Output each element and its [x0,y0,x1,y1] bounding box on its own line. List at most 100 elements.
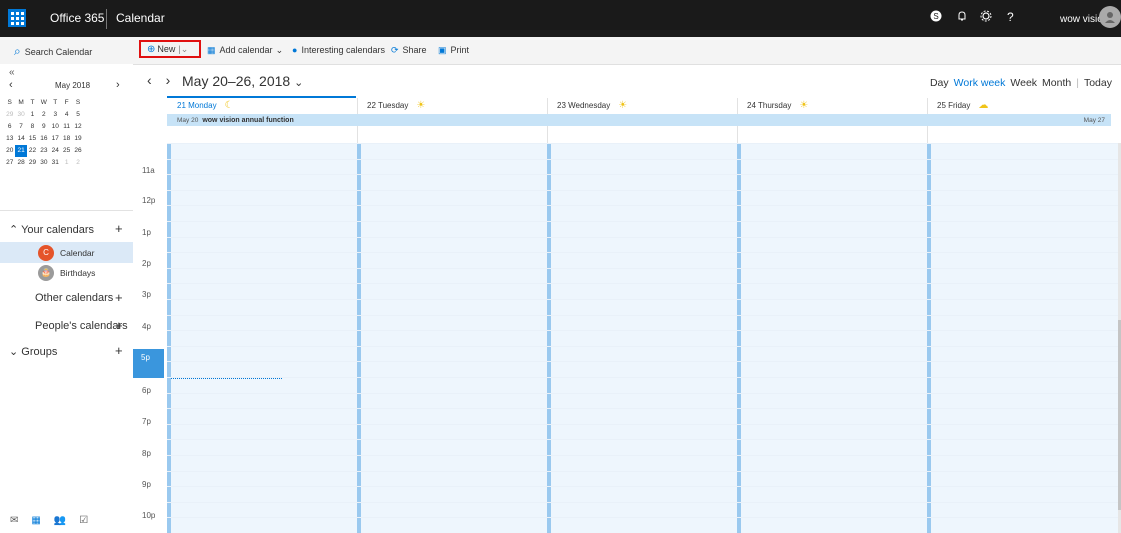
day-column[interactable] [737,143,927,533]
calendar-icon[interactable]: ▦ [31,515,40,526]
app-name[interactable]: Office 365 [50,11,104,25]
time-label: 5p [133,349,164,378]
view-day[interactable]: Day [930,77,949,89]
groups-header[interactable]: ⌄ Groups [9,345,57,358]
prev-week-icon[interactable]: ‹ [147,72,152,88]
mini-calendar-day[interactable]: 1 [61,157,72,169]
divider [0,210,133,211]
new-button[interactable]: ⊕ New |⌄ [139,40,201,58]
view-month[interactable]: Month [1042,77,1071,89]
new-dropdown-icon[interactable]: |⌄ [178,44,188,55]
tasks-icon[interactable]: ☑ [79,515,88,526]
mini-calendar-day[interactable]: 29 [27,157,38,169]
mini-calendar-day[interactable]: 30 [38,157,49,169]
avatar[interactable] [1099,6,1121,28]
mini-calendar-day[interactable]: 19 [72,133,83,145]
calendar-badge: C [38,244,54,261]
prev-month-icon[interactable]: ‹ [9,79,13,91]
mini-calendar-day[interactable]: 16 [38,133,49,145]
mini-calendar-day[interactable]: 3 [50,109,61,121]
module-name[interactable]: Calendar [116,11,165,25]
view-week[interactable]: Week [1010,77,1037,89]
gear-icon[interactable] [980,10,992,25]
printer-icon: ▣ [438,45,447,55]
time-slot-line [167,517,1118,518]
interesting-calendars-button[interactable]: ● Interesting calendars [292,45,385,55]
mini-calendar-day[interactable]: 26 [72,145,83,157]
mini-calendar-day[interactable]: 1 [27,109,38,121]
help-icon[interactable]: ? [1007,10,1014,24]
other-calendars-header[interactable]: Other calendars [35,292,113,304]
time-slot-line [167,205,1118,206]
people-icon[interactable]: 👥 [54,515,66,526]
day-label: 25 Friday [937,101,971,110]
app-launcher-icon[interactable] [8,9,26,27]
date-navigation: ‹ › [147,72,170,88]
mini-calendar-day[interactable]: 23 [38,145,49,157]
mini-calendar-day[interactable]: 6 [4,121,15,133]
today-button[interactable]: Today [1084,77,1112,89]
next-week-icon[interactable]: › [166,72,171,88]
next-month-icon[interactable]: › [116,79,120,91]
day-header[interactable]: 22 Tuesday ☀ [367,98,425,113]
print-button[interactable]: ▣ Print [438,45,469,56]
mail-icon[interactable]: ✉ [10,515,18,526]
add-group-button[interactable]: + [115,343,123,358]
mini-calendar-day[interactable]: 22 [27,145,38,157]
add-people-calendar-button[interactable]: + [115,318,123,333]
day-column[interactable] [547,143,737,533]
weather-icon: ☁ [978,100,989,111]
mini-calendar-day[interactable]: 31 [50,157,61,169]
time-slot-line [167,408,1118,409]
mini-calendar-day[interactable]: 8 [27,121,38,133]
add-calendar-plus-button[interactable]: + [115,221,123,236]
day-column[interactable] [167,143,357,533]
mini-calendar-day[interactable]: 2 [38,109,49,121]
search-calendar[interactable]: ⌕ Search Calendar [14,44,92,59]
bell-icon[interactable] [956,10,968,25]
all-day-event[interactable]: May 20 wow vision annual function May 27 [167,114,1111,126]
collapse-pane-icon[interactable]: « [9,67,15,78]
day-column[interactable] [927,143,1118,533]
your-calendars-header[interactable]: ⌃ Your calendars [9,223,94,236]
mini-calendar-day[interactable]: 30 [15,109,26,121]
mini-calendar-day[interactable]: 11 [61,121,72,133]
mini-calendar-day[interactable]: 7 [15,121,26,133]
mini-calendar-day[interactable]: 20 [4,145,15,157]
mini-calendar-day[interactable]: 2 [72,157,83,169]
view-work-week[interactable]: Work week [954,77,1006,89]
mini-calendar-day[interactable]: 17 [50,133,61,145]
add-other-calendar-button[interactable]: + [115,290,123,305]
peoples-calendars-header[interactable]: People's calendars [35,320,128,332]
mini-calendar-day[interactable]: 21 [15,145,27,157]
mini-calendar-day[interactable]: 18 [61,133,72,145]
date-range-selector[interactable]: May 20–26, 2018 ⌄ [182,73,303,89]
mini-calendar-day[interactable]: 28 [15,157,26,169]
mini-calendar-day[interactable]: 12 [72,121,83,133]
share-label: Share [402,45,427,55]
mini-calendar-day[interactable]: 24 [50,145,61,157]
mini-calendar-day[interactable]: 9 [38,121,49,133]
mini-calendar-day[interactable]: 10 [50,121,61,133]
mini-calendar-day[interactable]: 27 [4,157,15,169]
day-header[interactable]: 25 Friday ☁ [937,98,988,113]
day-header[interactable]: 24 Thursday ☀ [747,98,808,113]
mini-calendar-day[interactable]: 4 [61,109,72,121]
time-slot-line [167,502,1118,503]
weekday-header: S [75,99,81,106]
birthdays-item[interactable]: 🎂 Birthdays [0,262,133,283]
day-header[interactable]: 23 Wednesday ☀ [557,98,627,113]
mini-calendar-day[interactable]: 5 [72,109,83,121]
add-calendar-button[interactable]: ▦ Add calendar ⌄ [207,45,283,56]
skype-icon[interactable]: S [930,10,942,25]
day-column[interactable] [357,143,547,533]
mini-calendar-day[interactable]: 25 [61,145,72,157]
mini-calendar-day[interactable]: 15 [27,133,38,145]
share-button[interactable]: ⟳ Share [391,45,427,56]
mini-calendar-day[interactable]: 29 [4,109,15,121]
calendar-item[interactable]: C Calendar [0,242,133,263]
mini-calendar-month[interactable]: May 2018 [55,81,90,90]
mini-calendar-day[interactable]: 14 [15,133,26,145]
day-header[interactable]: 21 Monday ☾ [177,98,234,113]
mini-calendar-day[interactable]: 13 [4,133,15,145]
